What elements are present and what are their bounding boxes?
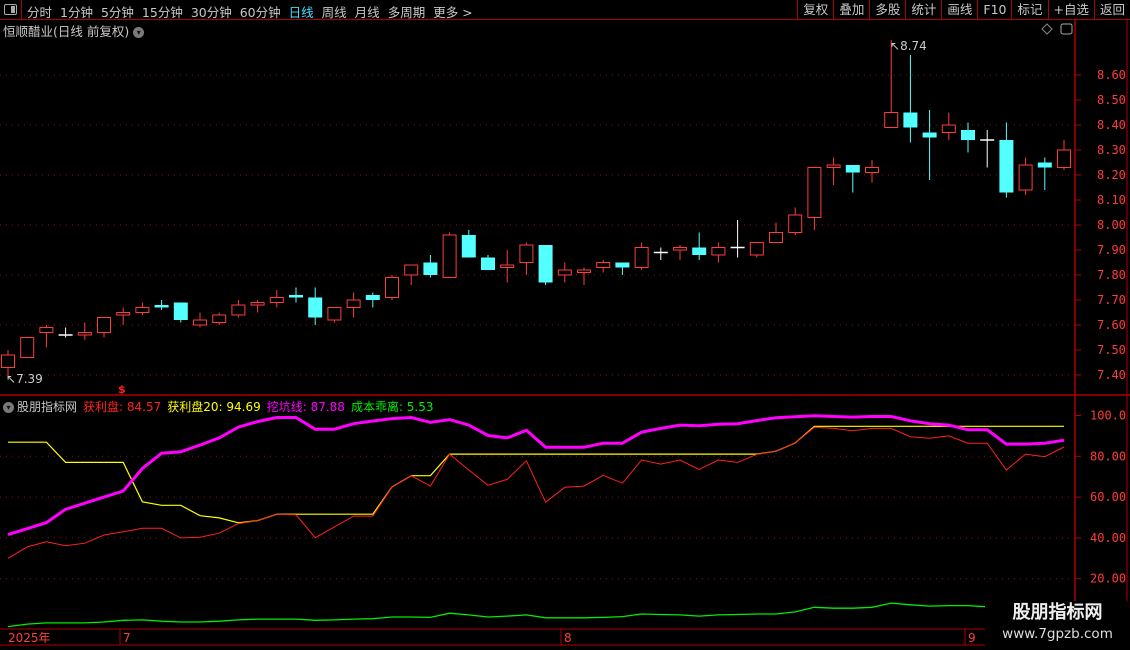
- indicator-label: 60.00: [1090, 490, 1126, 504]
- high-marker: ↖8.74: [890, 39, 927, 53]
- candle-body-up: [346, 299, 361, 308]
- price-label: 8.50: [1097, 93, 1126, 107]
- candle-body-down: [845, 165, 860, 173]
- candle-body-down: [692, 247, 707, 255]
- price-label: 8.00: [1097, 218, 1126, 232]
- candle-body-up: [826, 164, 841, 168]
- candle-body-down: [538, 245, 553, 283]
- cost-deviation-line: [7, 602, 988, 628]
- price-label: 7.70: [1097, 293, 1126, 307]
- candle-body-up: [20, 337, 35, 358]
- candle-body-up: [1, 354, 15, 368]
- date-label: 2025年: [8, 631, 51, 645]
- low-marker: ↖7.39: [6, 372, 43, 386]
- candle-body-up: [941, 124, 956, 133]
- price-label: 7.80: [1097, 268, 1126, 282]
- candle-body-up: [500, 264, 515, 268]
- price-label: 8.30: [1097, 143, 1126, 157]
- candle-body-down: [481, 257, 495, 270]
- date-label: 7: [123, 631, 131, 645]
- candle-body-up: [442, 234, 457, 278]
- candle-body-up: [673, 247, 687, 251]
- candle-body-down: [289, 295, 303, 298]
- candle-body-up: [577, 269, 591, 273]
- candle-body-up: [327, 307, 342, 321]
- candle-body-up: [807, 167, 822, 218]
- candle-body-down: [922, 132, 937, 138]
- watermark-title: 股朋指标网: [1012, 602, 1103, 623]
- high-value: 8.74: [900, 39, 927, 53]
- candle-body-up: [557, 269, 572, 276]
- candle-body-up: [884, 112, 899, 128]
- candle-body-down: [154, 305, 169, 308]
- candle-body-up: [212, 314, 227, 323]
- candle-body-up: [116, 312, 131, 316]
- candle-body-up: [39, 327, 54, 333]
- candle-body-down: [173, 302, 188, 320]
- chevron-down-icon[interactable]: ▾: [3, 402, 14, 413]
- price-label: 7.90: [1097, 243, 1126, 257]
- candle-body-down: [423, 262, 438, 275]
- price-label: 7.40: [1097, 368, 1126, 382]
- candle-body-up: [385, 277, 399, 298]
- chart-canvas: 8.60 8.50 8.40 8.30 8.20 8.10 8.00 7.90 7.80 7.70…: [0, 20, 1130, 646]
- candle-body-down: [365, 295, 380, 300]
- price-label: 7.50: [1097, 343, 1126, 357]
- candle-body-down: [903, 112, 918, 128]
- candle-body-down: [1037, 162, 1052, 168]
- panel-toggle-icon[interactable]: [1060, 23, 1073, 35]
- candle-body-up: [193, 319, 207, 326]
- candle-body-up: [596, 262, 611, 268]
- legend-pit-line: 挖坑线: 87.88: [266, 400, 345, 414]
- profit-line: [7, 426, 1065, 559]
- candle-body-up: [1057, 149, 1071, 168]
- date-label: 9: [968, 631, 976, 645]
- watermark: 股朋指标网 www.7gpzb.com: [985, 601, 1130, 650]
- legend-profit: 获利盘: 84.57: [83, 400, 162, 414]
- candle-body-down: [615, 262, 630, 268]
- price-label: 8.40: [1097, 118, 1126, 132]
- candle-body-down: [308, 297, 323, 318]
- legend-cost-deviation: 成本乖离: 5.53: [350, 400, 434, 414]
- profit20-line: [8, 425, 1064, 524]
- candle-body-up: [1018, 164, 1033, 191]
- low-value: 7.39: [16, 372, 43, 386]
- candle-body-up: [865, 167, 879, 173]
- indicator-label: 100.0: [1090, 409, 1126, 423]
- indicator-label: 80.00: [1090, 449, 1126, 463]
- candle-body-up: [269, 297, 284, 303]
- candle-body-up: [135, 307, 150, 313]
- candle-body-up: [634, 247, 649, 268]
- candle-body-down: [961, 130, 975, 140]
- candle-body-up: [788, 214, 803, 233]
- price-label: 8.60: [1097, 68, 1126, 82]
- candle-body-down: [461, 235, 476, 258]
- candle-body-up: [250, 302, 265, 306]
- candle-body-down: [999, 140, 1014, 193]
- indicator-label: 20.00: [1090, 572, 1126, 586]
- candle-body-up: [231, 304, 246, 316]
- candle-body-up: [404, 264, 419, 276]
- indicator-label: 40.00: [1090, 531, 1126, 545]
- indicator-name[interactable]: 股朋指标网: [17, 400, 77, 414]
- pit-line: [7, 414, 1065, 537]
- candle-body-up: [749, 242, 764, 256]
- diamond-icon[interactable]: [1041, 23, 1053, 35]
- legend-profit20: 获利盘20: 94.69: [167, 400, 261, 414]
- price-label: 8.20: [1097, 168, 1126, 182]
- candle-body-up: [519, 244, 534, 263]
- price-label: 7.60: [1097, 318, 1126, 332]
- price-label: 8.10: [1097, 193, 1126, 207]
- signal-marker: $: [118, 383, 126, 396]
- candle-body-up: [77, 332, 92, 336]
- watermark-url: www.7gpzb.com: [1002, 626, 1113, 642]
- candle-body-up: [97, 317, 111, 333]
- date-label: 8: [564, 631, 572, 645]
- indicator-header: ▾ 股朋指标网 获利盘: 84.57 获利盘20: 94.69 挖坑线: 87.88 成本…: [3, 398, 440, 415]
- candle-body-up: [769, 232, 783, 243]
- candle-body-up: [711, 247, 726, 256]
